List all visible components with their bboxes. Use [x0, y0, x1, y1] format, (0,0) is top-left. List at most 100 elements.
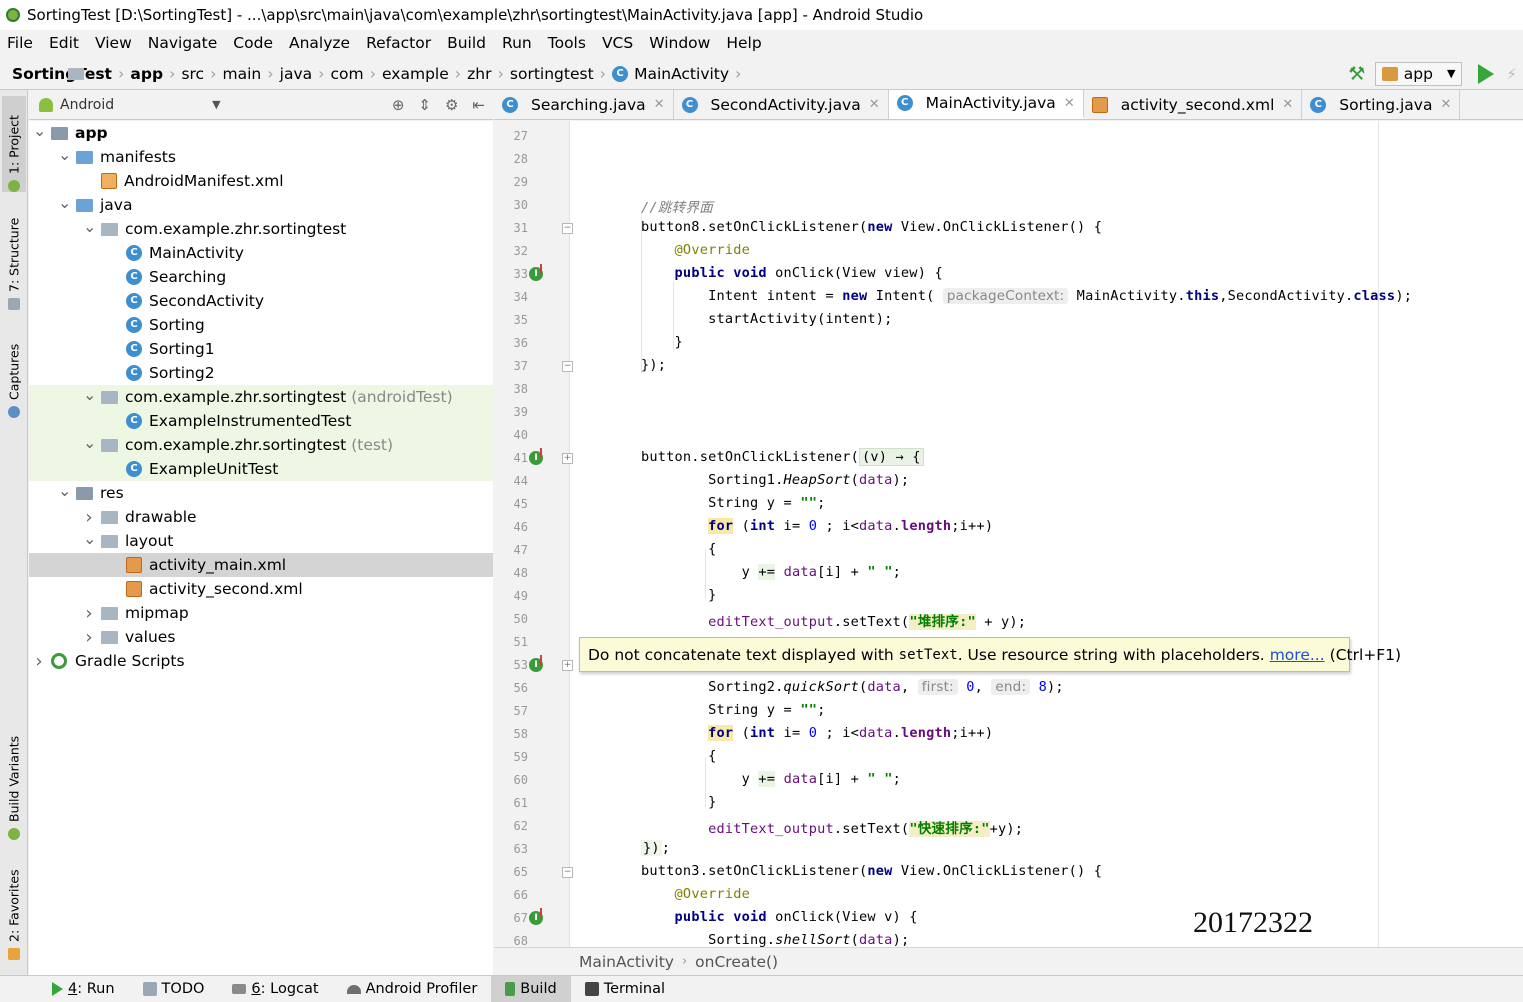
project-view-mode[interactable]: Android [60, 97, 114, 113]
breadcrumb-java[interactable]: java › [68, 64, 331, 83]
menu-window[interactable]: Window [648, 34, 711, 52]
menu-code[interactable]: Code [232, 34, 274, 52]
chevron-down-icon[interactable]: ⌄ [58, 145, 71, 164]
tool-window-project[interactable]: 1: Project [2, 96, 26, 192]
tab-sorting-java[interactable]: C Sorting.java ✕ [1302, 90, 1461, 119]
tool-window-structure[interactable]: 7: Structure [2, 212, 26, 310]
fold-collapse-icon[interactable]: − [562, 223, 573, 234]
tree-item[interactable]: › mipmap [29, 601, 493, 625]
tool-window-android-profiler[interactable]: Android Profiler [333, 976, 492, 1002]
tree-item[interactable]: activity_second.xml [29, 577, 493, 601]
hide-panel-icon[interactable]: ⇤ [472, 96, 485, 114]
chevron-down-icon[interactable]: ⌄ [83, 433, 96, 452]
close-icon[interactable]: ✕ [654, 97, 665, 112]
locate-crosshair-icon[interactable]: ⊕ [392, 96, 405, 114]
chevron-down-icon[interactable]: ⌄ [58, 481, 71, 500]
menu-build[interactable]: Build [446, 34, 487, 52]
apply-changes-icon[interactable]: ⚡ [1506, 65, 1517, 83]
close-icon[interactable]: ✕ [1440, 97, 1451, 112]
chevron-down-icon[interactable]: ⌄ [33, 121, 46, 140]
tree-item[interactable]: C Sorting1 [29, 337, 493, 361]
breadcrumb-example[interactable]: example › [68, 64, 467, 83]
chevron-down-icon[interactable]: ⌄ [83, 529, 96, 548]
tool-window-terminal[interactable]: Terminal [571, 976, 679, 1002]
tree-item[interactable]: ⌄ res [29, 481, 493, 505]
editor-breadcrumb-method[interactable]: onCreate() [695, 953, 778, 971]
tree-item[interactable]: ⌄ app [29, 121, 493, 145]
tool-window-run[interactable]: 4: Run [38, 976, 129, 1002]
tree-item[interactable]: C ExampleInstrumentedTest [29, 409, 493, 433]
implements-method-icon[interactable]: I [529, 448, 543, 465]
tree-item[interactable]: ⌄ java [29, 193, 493, 217]
chevron-right-icon[interactable]: › [33, 651, 45, 672]
close-icon[interactable]: ✕ [869, 97, 880, 112]
tree-item[interactable]: C ExampleUnitTest [29, 457, 493, 481]
tool-window-logcat[interactable]: 6: Logcat [218, 976, 332, 1002]
tool-window-todo[interactable]: TODO [129, 976, 219, 1002]
chevron-right-icon[interactable]: › [83, 627, 95, 648]
tab-activity-second-xml[interactable]: activity_second.xml ✕ [1084, 90, 1303, 119]
tree-item[interactable]: C MainActivity [29, 241, 493, 265]
menu-file[interactable]: File [6, 34, 34, 52]
tree-item[interactable]: ⌄ com.example.zhr.sortingtest (androidTes… [29, 385, 493, 409]
tree-item[interactable]: › drawable [29, 505, 493, 529]
tree-item[interactable]: C Sorting2 [29, 361, 493, 385]
breadcrumb-mainactivity[interactable]: C MainActivity › [612, 64, 747, 83]
menu-help[interactable]: Help [725, 34, 762, 52]
tree-item[interactable]: AndroidManifest.xml [29, 169, 493, 193]
gear-icon[interactable]: ⚙ [445, 96, 458, 114]
tab-searching-java[interactable]: C Searching.java ✕ [494, 90, 674, 119]
tree-item[interactable]: ⌄ layout [29, 529, 493, 553]
tool-window-build[interactable]: Build [491, 975, 571, 1002]
fold-expand-icon[interactable]: + [562, 660, 573, 671]
chevron-right-icon[interactable]: › [83, 603, 95, 624]
tool-window-captures[interactable]: Captures [2, 338, 26, 418]
fold-collapse-icon[interactable]: − [562, 361, 573, 372]
more-link[interactable]: more... [1270, 646, 1325, 664]
menu-navigate[interactable]: Navigate [147, 34, 219, 52]
tree-item[interactable]: ⌄ com.example.zhr.sortingtest (test) [29, 433, 493, 457]
menu-vcs[interactable]: VCS [601, 34, 634, 52]
run-play-icon[interactable] [1478, 63, 1495, 84]
menu-refactor[interactable]: Refactor [365, 34, 432, 52]
chevron-down-icon[interactable]: ⌄ [83, 385, 96, 404]
tree-item[interactable]: C Searching [29, 265, 493, 289]
breadcrumb-main[interactable]: main › [68, 64, 280, 83]
breadcrumb-com[interactable]: com › [68, 64, 383, 83]
tree-item[interactable]: activity_main.xml [29, 553, 493, 577]
implements-method-icon[interactable]: I [529, 655, 543, 672]
tree-item[interactable]: C SecondActivity [29, 289, 493, 313]
menu-run[interactable]: Run [501, 34, 533, 52]
chevron-down-icon[interactable]: ⌄ [58, 193, 71, 212]
tab-secondactivity-java[interactable]: C SecondActivity.java ✕ [674, 90, 889, 119]
fold-expand-icon[interactable]: + [562, 453, 573, 464]
make-project-hammer-icon[interactable]: ⚒ [1347, 64, 1367, 84]
tab-mainactivity-java[interactable]: C MainActivity.java ✕ [888, 90, 1084, 119]
breadcrumb-sortingtest-package[interactable]: sortingtest › [68, 64, 612, 83]
breadcrumb-app[interactable]: app › [68, 64, 181, 83]
chevron-down-icon[interactable]: ⌄ [83, 217, 96, 236]
tree-item[interactable]: C Sorting [29, 313, 493, 337]
fold-collapse-icon[interactable]: − [562, 867, 573, 878]
breadcrumb-src[interactable]: src › [68, 64, 222, 83]
menu-edit[interactable]: Edit [48, 34, 80, 52]
editor-breadcrumb-class[interactable]: MainActivity [579, 953, 674, 971]
close-icon[interactable]: ✕ [1282, 97, 1293, 112]
menu-analyze[interactable]: Analyze [288, 34, 351, 52]
menu-view[interactable]: View [94, 34, 133, 52]
tool-window-favorites[interactable]: 2: Favorites [2, 866, 26, 960]
tree-item[interactable]: › Gradle Scripts [29, 649, 493, 673]
implements-method-icon[interactable]: I [529, 264, 543, 281]
chevron-down-icon[interactable]: ▼ [212, 98, 220, 111]
run-configuration-select[interactable]: app ▼ [1374, 61, 1463, 86]
code-editor[interactable]: 27 28 29 30 31 32 33 34 35 36 37 38 39 40 41 44 45 46 47 48… [494, 121, 1523, 947]
close-icon[interactable]: ✕ [1064, 96, 1075, 111]
menu-tools[interactable]: Tools [547, 34, 587, 52]
tree-item[interactable]: ⌄ com.example.zhr.sortingtest [29, 217, 493, 241]
tree-item[interactable]: ⌄ manifests [29, 145, 493, 169]
implements-method-icon[interactable]: I [529, 908, 543, 925]
chevron-right-icon[interactable]: › [83, 507, 95, 528]
tree-item[interactable]: › values [29, 625, 493, 649]
tool-window-build-variants[interactable]: Build Variants [2, 730, 26, 840]
collapse-all-icon[interactable]: ⇕ [418, 96, 431, 114]
